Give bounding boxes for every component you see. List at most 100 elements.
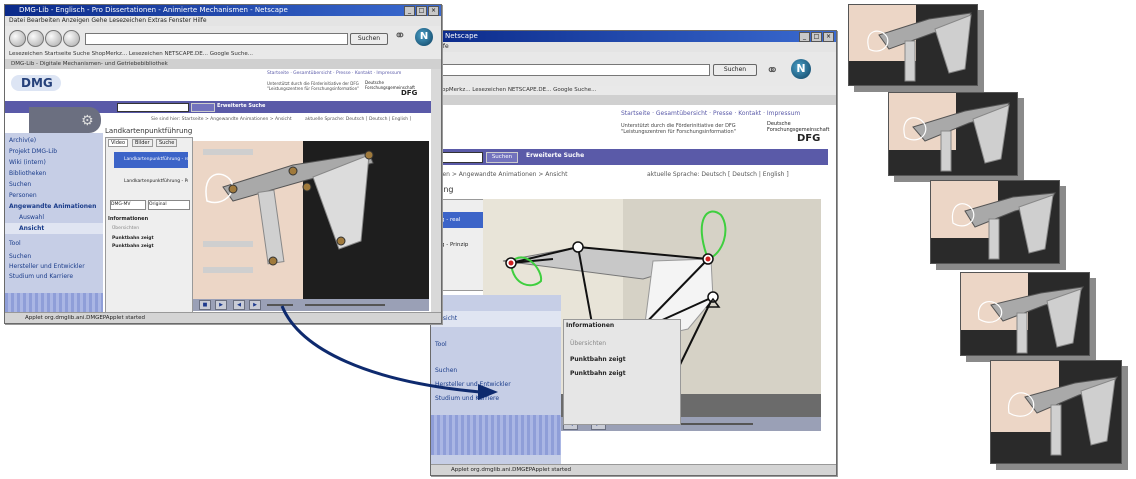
info-heading: Informationen — [566, 322, 615, 329]
funding-text: Unterstützt durch die Förderinitiative d… — [267, 81, 359, 91]
advanced-search-link[interactable]: Erweiterte Suche — [526, 152, 584, 159]
frame-mechanism — [867, 12, 972, 82]
step-back-button[interactable]: ◀ — [233, 300, 245, 310]
info-item[interactable]: Punktbahn zeigt — [570, 356, 626, 363]
stop-icon[interactable] — [63, 30, 80, 47]
sidebar-item-animationen[interactable]: Angewandte Animationen — [5, 201, 103, 212]
sidebar-item-studium[interactable]: Studium und Karriere — [5, 271, 103, 282]
language-switch[interactable]: aktuelle Sprache: Deutsch [ Deutsch | En… — [305, 117, 411, 122]
info-item[interactable]: Übersichten — [570, 340, 606, 347]
animation-frame-4 — [960, 272, 1090, 356]
panel-tab-video[interactable]: Video — [108, 139, 129, 147]
sidebar-item-personen[interactable]: Personen — [5, 190, 103, 201]
menu-bar[interactable]: Hilfe — [431, 42, 836, 52]
version-select[interactable]: DMG-MV — [110, 200, 146, 210]
play-button[interactable]: ▶ — [215, 300, 227, 310]
browser-window-back: Netscape _ □ × Hilfe Suchen ⚭ N ShopMerk… — [430, 30, 837, 476]
tab-dmglib[interactable]: DMG-Lib - Digitale Mechanismen- und Getr… — [11, 61, 168, 67]
search-submit-button[interactable]: Suchen — [486, 152, 518, 163]
info-item[interactable]: Punktbahn zeigt — [112, 244, 154, 249]
sidebar-item-tool[interactable]: Tool — [5, 238, 103, 249]
frame-mechanism — [903, 102, 1010, 172]
page-content: DMG Startseite · Gesamtübersicht · Press… — [5, 69, 431, 313]
reload-icon[interactable] — [45, 30, 62, 47]
dfg-label: Deutsche Forschungsgemeinschaft — [767, 121, 830, 133]
search-box[interactable] — [117, 103, 189, 112]
menu-bar[interactable]: Datei Bearbeiten Anzeigen Gehe Lesezeich… — [5, 16, 441, 26]
url-input[interactable] — [435, 64, 710, 76]
sidebar-item-tool[interactable]: Tool — [431, 337, 561, 353]
url-input[interactable] — [85, 33, 348, 45]
back-icon[interactable] — [9, 30, 26, 47]
list-item-prinzip[interactable]: Landkartenpunktführung - Prinzip — [114, 176, 188, 188]
sidebar-item-suchen[interactable]: Suchen — [5, 179, 103, 190]
language-switch[interactable]: aktuelle Sprache: Deutsch [ Deutsch | En… — [647, 171, 789, 178]
maximize-button[interactable]: □ — [811, 32, 822, 42]
nav-toolbar: Suchen ⚭ N — [431, 52, 836, 87]
breadcrumb[interactable]: onen > Angewandte Animationen > Ansicht — [435, 171, 567, 178]
frame-mechanism — [1008, 376, 1118, 456]
close-button[interactable]: × — [823, 32, 834, 42]
panel-tab-suche[interactable]: Suche — [156, 139, 178, 147]
quality-select[interactable]: Original — [148, 200, 190, 210]
search-button[interactable]: Suchen — [350, 33, 388, 45]
info-panel: Informationen Übersichten Punktbahn zeig… — [563, 319, 681, 425]
status-bar: Applet org.dmglib.ani.DMGEPApplet starte… — [431, 464, 836, 475]
search-banner: Suchen Erweiterte Suche — [431, 149, 828, 165]
send-icon[interactable]: ⚭ — [394, 28, 406, 44]
mechanism-photo — [203, 149, 374, 273]
window-controls: _ □ × — [404, 6, 439, 16]
mechanism-photo-view[interactable]: ■ ▶ ◀ ▶ — [193, 141, 429, 311]
close-button[interactable]: × — [428, 6, 439, 16]
frame-mechanism — [977, 286, 1084, 354]
advanced-search-link[interactable]: Erweiterte Suche — [217, 103, 265, 109]
logo-text: DMG — [21, 76, 53, 90]
sidebar-pattern — [5, 293, 103, 313]
sidebar-item-hersteller[interactable]: Hersteller und Entwickler — [431, 379, 561, 390]
animation-frame-1 — [848, 4, 978, 86]
sidebar: Archiv(e) Projekt DMG-Lib Wiki (intern) … — [5, 133, 103, 313]
tab-bar: DMG-Lib - Digitale Mechanismen- und Getr… — [5, 59, 441, 69]
sidebar: Ansicht Tool Suchen Hersteller und Entwi… — [431, 295, 561, 465]
funding-text: Unterstützt durch die Förderinitiative d… — [621, 123, 736, 135]
info-item[interactable]: Punktbahn zeigt — [112, 236, 154, 241]
position-slider[interactable] — [305, 304, 385, 306]
sidebar-item-archive[interactable]: Archiv(e) — [5, 135, 103, 146]
minimize-button[interactable]: _ — [404, 6, 415, 16]
sidebar-item-projekt[interactable]: Projekt DMG-Lib — [5, 146, 103, 157]
info-item[interactable]: Punktbahn zeigt — [570, 370, 626, 377]
header-links[interactable]: Startseite · Gesamtübersicht · Presse · … — [267, 71, 401, 76]
forward-icon[interactable] — [27, 30, 44, 47]
send-icon[interactable]: ⚭ — [766, 61, 779, 79]
window-title: Netscape — [431, 31, 836, 42]
list-item-real[interactable]: Landkartenpunktführung - real — [114, 152, 188, 168]
sidebar-item-suchen[interactable]: Suchen — [431, 365, 561, 376]
animation-list-panel: Video Bilder Suche Landkartenpunktführun… — [105, 137, 193, 313]
netscape-logo-icon: N — [791, 59, 811, 79]
status-bar: Applet org.dmglib.ani.DMGEPApplet starte… — [5, 312, 441, 323]
stop-button[interactable]: ■ — [199, 300, 211, 310]
panel-tab-bilder[interactable]: Bilder — [132, 139, 153, 147]
netscape-logo-icon: N — [415, 28, 433, 46]
maximize-button[interactable]: □ — [416, 6, 427, 16]
sidebar-item-bibliotheken[interactable]: Bibliotheken — [5, 168, 103, 179]
page-heading: Landkartenpunktführung — [105, 127, 193, 135]
playback-bar: ■ ▶ ◀ ▶ — [193, 299, 429, 311]
info-item[interactable]: Übersichten — [112, 226, 139, 231]
speed-slider[interactable] — [267, 304, 293, 306]
step-forward-button[interactable]: ▶ — [249, 300, 261, 310]
search-box[interactable] — [435, 152, 483, 163]
sidebar-item-wiki[interactable]: Wiki (intern) — [5, 157, 103, 168]
breadcrumb[interactable]: Sie sind hier: Startseite > Angewandte A… — [151, 117, 292, 122]
gear-icon: ⚙ — [81, 113, 94, 129]
header-links[interactable]: Startseite · Gesamtübersicht · Presse · … — [621, 110, 800, 117]
sidebar-item-studium[interactable]: Studium und Karriere — [431, 393, 561, 404]
sidebar-item-auswahl[interactable]: Auswahl — [5, 212, 103, 223]
search-submit-button[interactable] — [191, 103, 215, 112]
minimize-button[interactable]: _ — [799, 32, 810, 42]
search-button[interactable]: Suchen — [713, 64, 757, 76]
sidebar-item-ansicht[interactable]: Ansicht — [431, 311, 561, 327]
frame-mechanism — [951, 192, 1056, 260]
coupler-curve-right — [700, 210, 727, 261]
sidebar-item-ansicht[interactable]: Ansicht — [5, 223, 103, 234]
